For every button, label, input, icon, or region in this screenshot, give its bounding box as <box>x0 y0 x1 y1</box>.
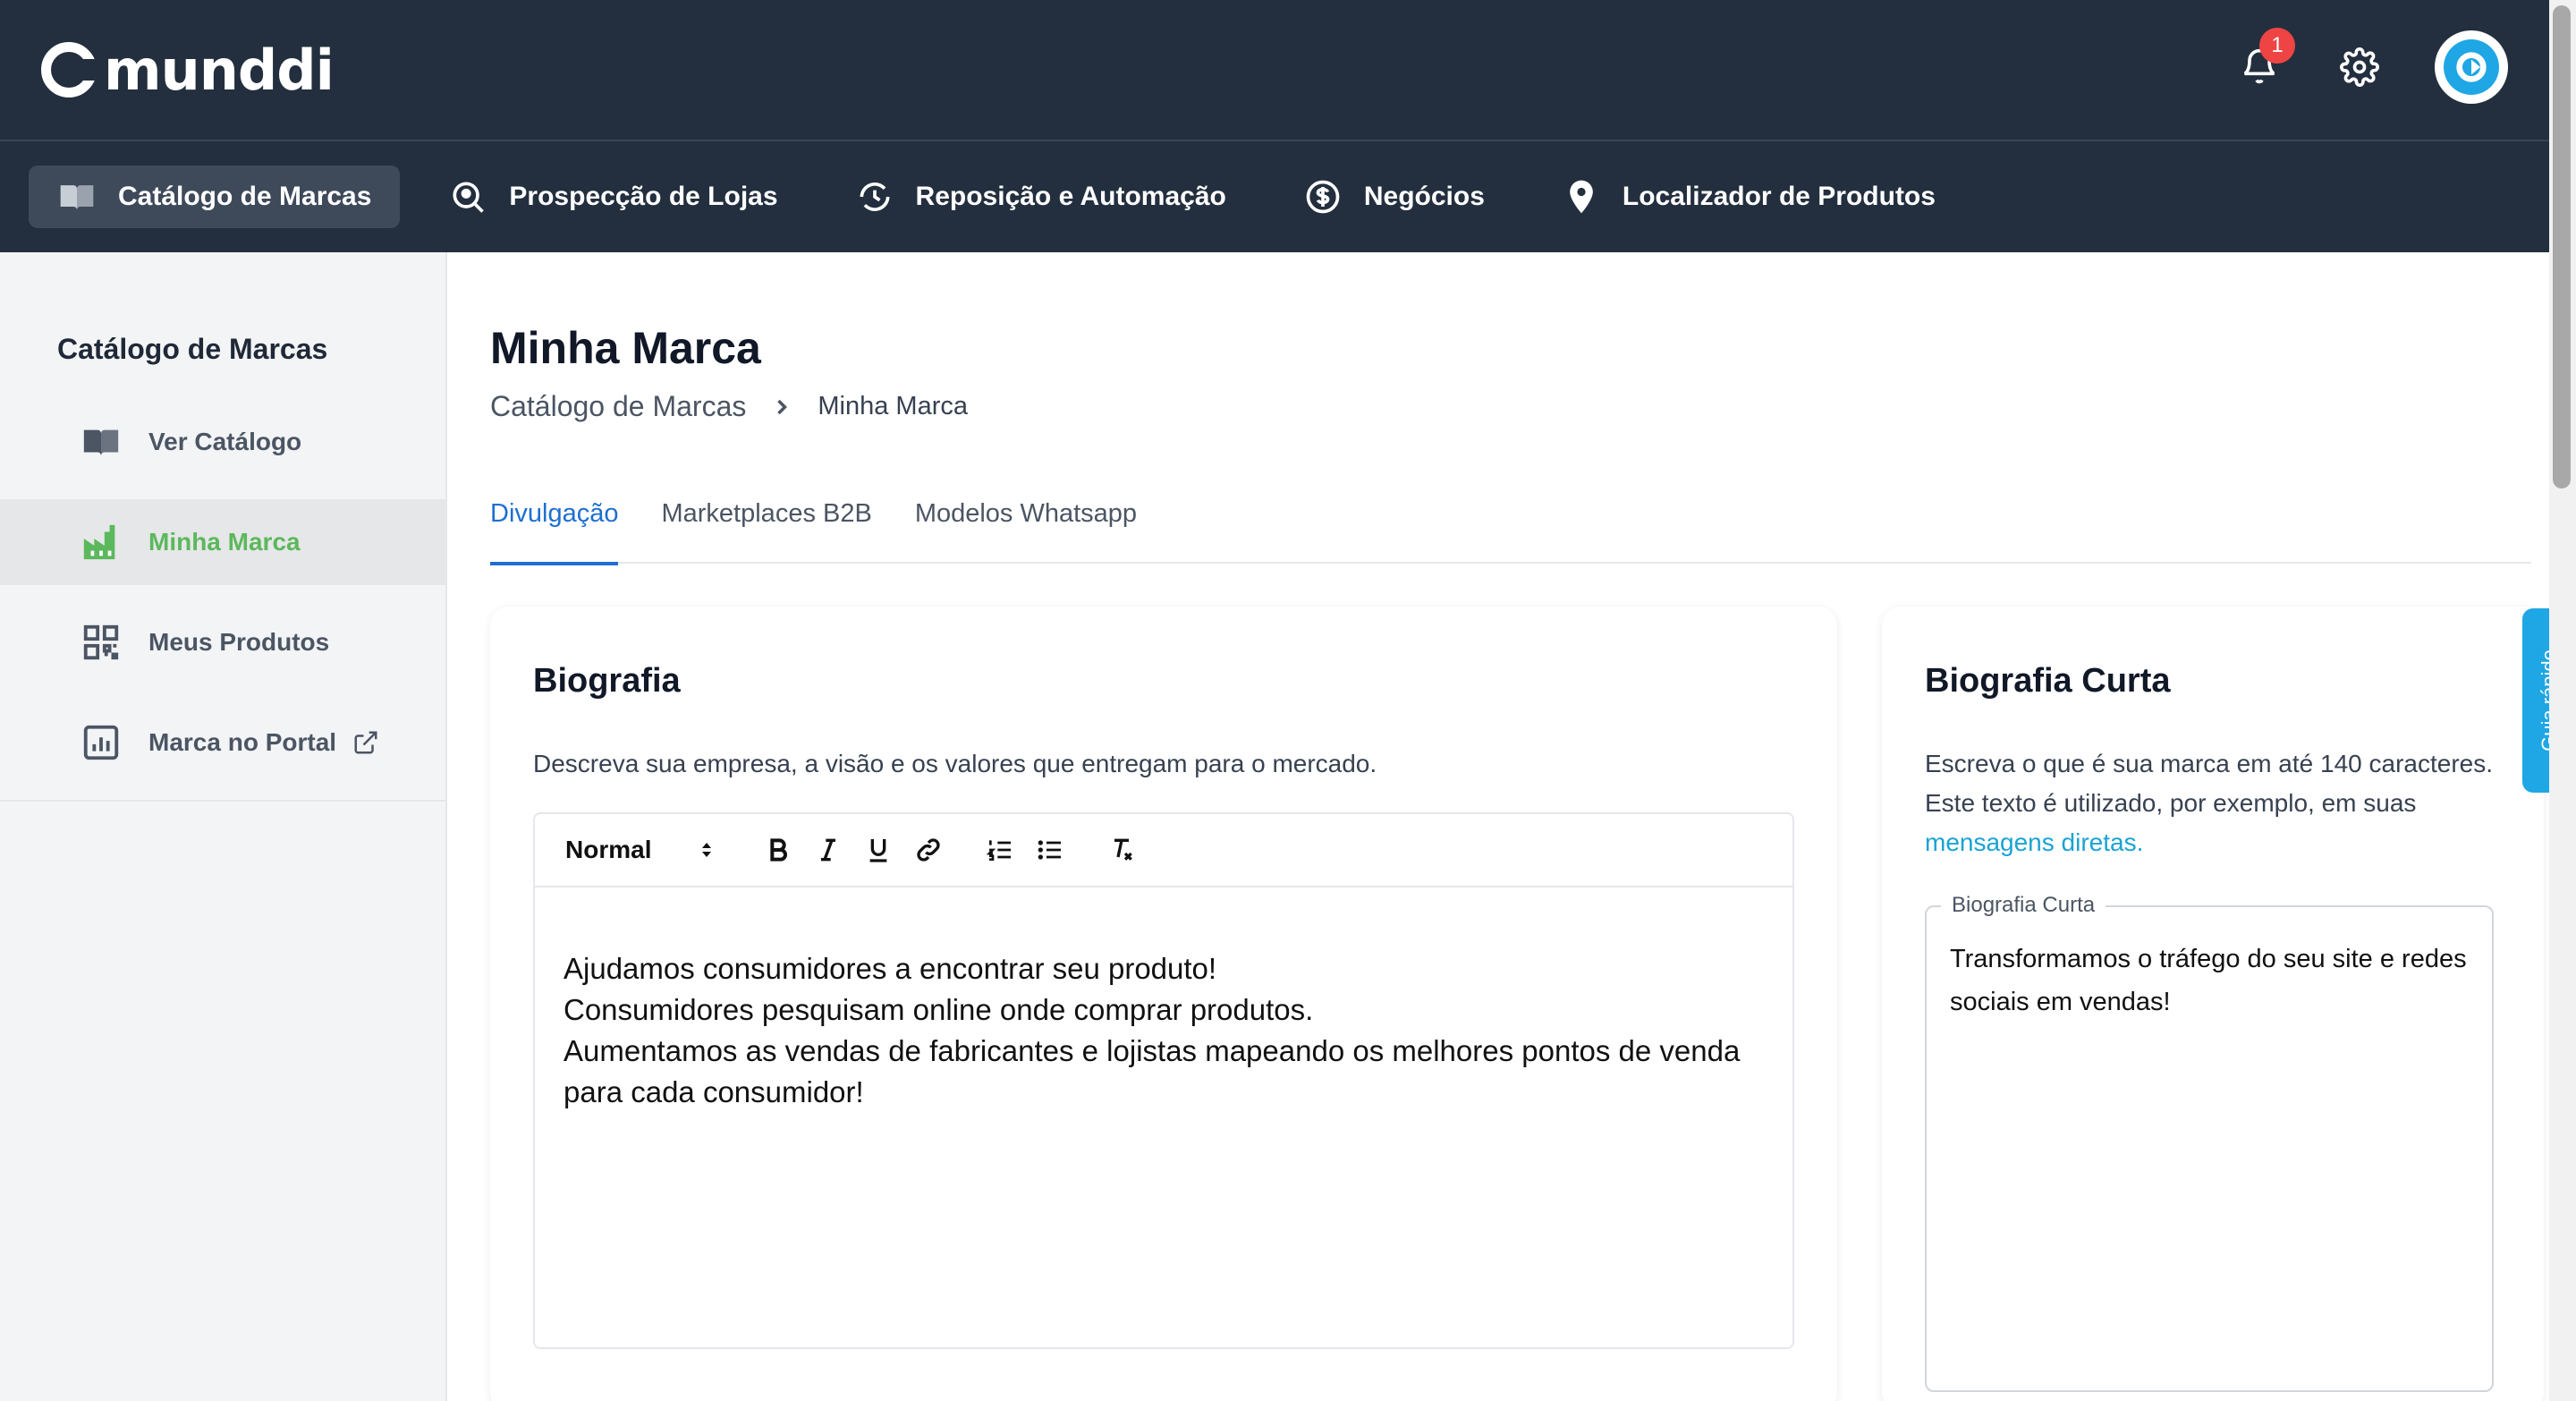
editor-line: Consumidores pesquisam online onde compr… <box>564 993 1314 1026</box>
editor-content[interactable]: Ajudamos consumidores a encontrar seu pr… <box>564 948 1762 1113</box>
tabs: Divulgação Marketplaces B2B Modelos What… <box>490 492 2531 565</box>
qr-code-icon <box>83 624 119 660</box>
ordered-list-button[interactable] <box>975 825 1025 875</box>
avatar[interactable] <box>2435 30 2508 104</box>
notification-badge: 1 <box>2259 28 2295 64</box>
sidebar-item-marca-no-portal[interactable]: Marca no Portal <box>0 700 445 785</box>
top-header: munddi 1 <box>0 0 2549 140</box>
book-icon <box>83 429 119 456</box>
nav-item-prospeccao[interactable]: Prospecção de Lojas <box>419 166 806 228</box>
nav-item-label: Reposição e Automação <box>915 182 1226 211</box>
sidebar-item-label: Meus Produtos <box>148 628 330 656</box>
search-location-icon <box>453 182 485 213</box>
bullet-list-button[interactable] <box>1025 825 1075 875</box>
short-bio-card-description: Escreva o que é sua marca em até 140 car… <box>1925 744 2515 862</box>
editor-toolbar: Normal <box>535 814 1792 887</box>
sidebar-item-label: Ver Catálogo <box>148 428 302 455</box>
scrollbar-thumb[interactable] <box>2553 5 2571 488</box>
select-arrows-icon <box>702 843 711 857</box>
sidebar-item-meus-produtos[interactable]: Meus Produtos <box>0 599 445 685</box>
sidebar-divider <box>0 800 445 802</box>
nav-item-catalogo[interactable]: Catálogo de Marcas <box>29 166 401 228</box>
breadcrumb-current: Minha Marca <box>818 392 968 420</box>
editor-line: Aumentamos as vendas de fabricantes e lo… <box>564 1034 1741 1108</box>
breadcrumb-link[interactable]: Catálogo de Marcas <box>490 390 746 423</box>
tab-divulgacao[interactable]: Divulgação <box>490 492 619 565</box>
sidebar: Catálogo de Marcas Ver Catálogo Minha Ma… <box>0 252 447 1401</box>
sidebar-item-label: Minha Marca <box>148 528 301 556</box>
external-link-icon <box>354 731 377 754</box>
header-actions: 1 <box>2234 28 2508 104</box>
italic-button[interactable] <box>803 825 853 875</box>
underline-icon <box>869 839 887 862</box>
tab-marketplaces-b2b[interactable]: Marketplaces B2B <box>661 492 871 564</box>
nav-item-label: Prospecção de Lojas <box>509 182 778 211</box>
short-bio-field[interactable]: Biografia Curta Transformamos o tráfego … <box>1925 893 2494 1392</box>
bold-icon <box>770 838 787 862</box>
gear-icon <box>2340 47 2379 87</box>
page-title: Minha Marca <box>490 323 761 373</box>
short-bio-card: Biografia Curta Escreva o que é sua marc… <box>1882 607 2544 1401</box>
factory-icon <box>83 524 115 560</box>
avatar-logo-icon <box>2444 39 2499 95</box>
editor-line: Ajudamos consumidores a encontrar seu pr… <box>564 952 1217 985</box>
chevron-right-icon <box>777 399 788 414</box>
short-bio-card-title: Biografia Curta <box>1925 662 2171 700</box>
direct-messages-link[interactable]: mensagens diretas. <box>1925 828 2143 856</box>
description-text: Escreva o que é sua marca em até 140 car… <box>1925 750 2493 817</box>
sidebar-item-ver-catalogo[interactable]: Ver Catálogo <box>0 399 445 485</box>
sidebar-item-label: Marca no Portal <box>148 728 337 756</box>
clear-format-button[interactable] <box>1097 825 1147 875</box>
breadcrumb: Catálogo de Marcas Minha Marca <box>490 390 968 423</box>
settings-button[interactable] <box>2334 42 2385 92</box>
logo-mark <box>41 42 99 98</box>
sync-icon <box>860 183 890 211</box>
clear-format-icon <box>1114 838 1132 861</box>
sidebar-title: Catálogo de Marcas <box>57 333 328 365</box>
format-select[interactable]: Normal <box>565 836 717 864</box>
sidebar-item-minha-marca[interactable]: Minha Marca <box>0 499 445 585</box>
link-button[interactable] <box>903 825 953 875</box>
underline-button[interactable] <box>853 825 903 875</box>
main-nav: Catálogo de Marcas Prospecção de Lojas R… <box>0 140 2549 252</box>
bold-button[interactable] <box>753 825 803 875</box>
link-icon <box>917 838 940 862</box>
notifications-button[interactable]: 1 <box>2234 28 2295 92</box>
bio-card-description: Descreva sua empresa, a visão e os valor… <box>533 750 1377 777</box>
short-bio-field-value[interactable]: Transformamos o tráfego do seu site e re… <box>1950 938 2469 1023</box>
munddi-logo[interactable]: munddi <box>41 37 335 103</box>
nav-item-negocios[interactable]: Negócios <box>1275 166 1513 228</box>
book-icon <box>60 185 94 210</box>
page-scrollbar[interactable] <box>2549 0 2576 1401</box>
map-pin-icon <box>1570 180 1593 214</box>
nav-item-localizador[interactable]: Localizador de Produtos <box>1533 166 1964 228</box>
nav-item-label: Catálogo de Marcas <box>118 182 372 211</box>
format-select-value: Normal <box>565 836 652 863</box>
bio-card-title: Biografia <box>533 662 681 700</box>
short-bio-field-label: Biografia Curta <box>1941 893 2106 918</box>
logo-text: munddi <box>104 37 335 103</box>
italic-icon <box>821 838 835 862</box>
rich-text-editor: Normal Ajudamos consumidores a encontrar… <box>533 812 1794 1349</box>
dollar-icon <box>1306 180 1340 214</box>
chart-icon <box>83 725 119 760</box>
ordered-list-icon <box>986 840 1011 861</box>
nav-item-label: Negócios <box>1363 182 1485 211</box>
nav-item-label: Localizador de Produtos <box>1622 182 1936 211</box>
bio-card: Biografia Descreva sua empresa, a visão … <box>490 607 1837 1401</box>
tab-modelos-whatsapp[interactable]: Modelos Whatsapp <box>915 492 1137 564</box>
bullet-list-icon <box>1038 840 1061 860</box>
nav-item-reposicao[interactable]: Reposição e Automação <box>826 166 1255 228</box>
